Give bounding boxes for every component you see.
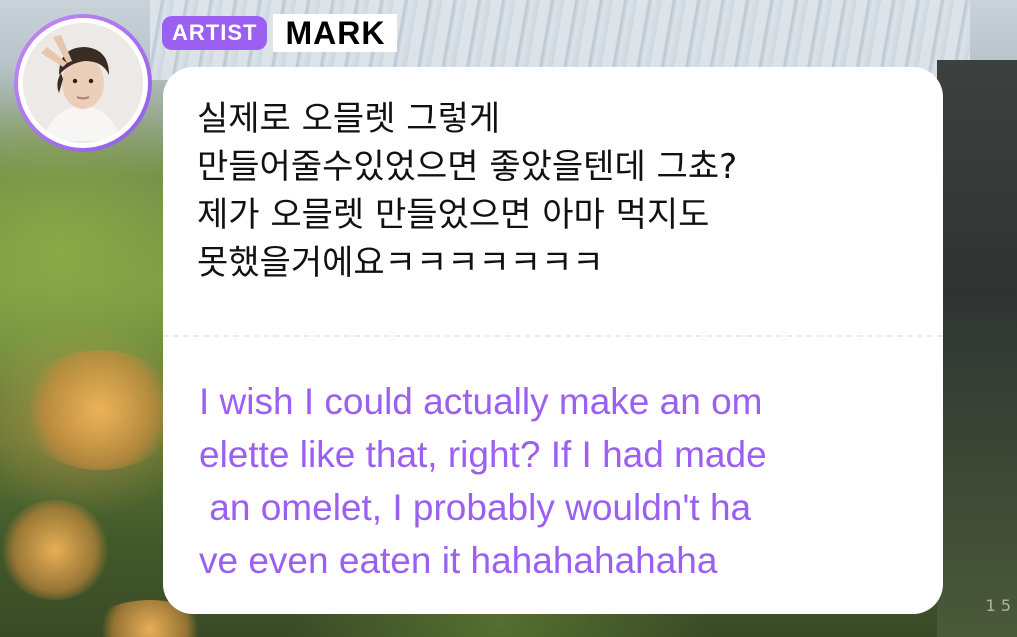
translation-line: an omelet, I probably wouldn't ha bbox=[199, 487, 752, 528]
message-bubble[interactable]: 실제로 오믈렛 그렇게 만들어줄수있었으면 좋았을텐데 그쵸? 제가 오믈렛 만… bbox=[163, 67, 943, 614]
original-line: 만들어줄수있었으면 좋았을텐데 그쵸? bbox=[197, 147, 738, 187]
avatar[interactable] bbox=[14, 14, 152, 152]
page-indicator: 1 5 bbox=[985, 596, 1011, 615]
translation-divider bbox=[163, 335, 943, 337]
background-dark-area bbox=[937, 60, 1017, 637]
original-line: 제가 오믈렛 만들었으면 아마 먹지도 bbox=[197, 195, 710, 235]
translation-line: ve even eaten it hahahahahaha bbox=[199, 540, 718, 581]
artist-badge: ARTIST bbox=[162, 16, 268, 50]
avatar-illustration bbox=[23, 23, 141, 141]
profile-photo-icon bbox=[23, 23, 143, 143]
original-line: 실제로 오믈렛 그렇게 bbox=[197, 99, 501, 139]
translation-line: I wish I could actually make an om bbox=[199, 381, 763, 422]
background-flower bbox=[0, 500, 110, 600]
message-header: ARTIST MARK bbox=[162, 14, 398, 52]
translated-message: I wish I could actually make an om elett… bbox=[199, 375, 919, 587]
original-line: 못했을거에요ㅋㅋㅋㅋㅋㅋㅋ bbox=[197, 243, 604, 283]
original-message: 실제로 오믈렛 그렇게 만들어줄수있었으면 좋았을텐데 그쵸? 제가 오믈렛 만… bbox=[197, 95, 917, 287]
artist-name[interactable]: MARK bbox=[273, 14, 398, 52]
background-flower bbox=[20, 350, 180, 470]
translation-line: elette like that, right? If I had made bbox=[199, 434, 767, 475]
